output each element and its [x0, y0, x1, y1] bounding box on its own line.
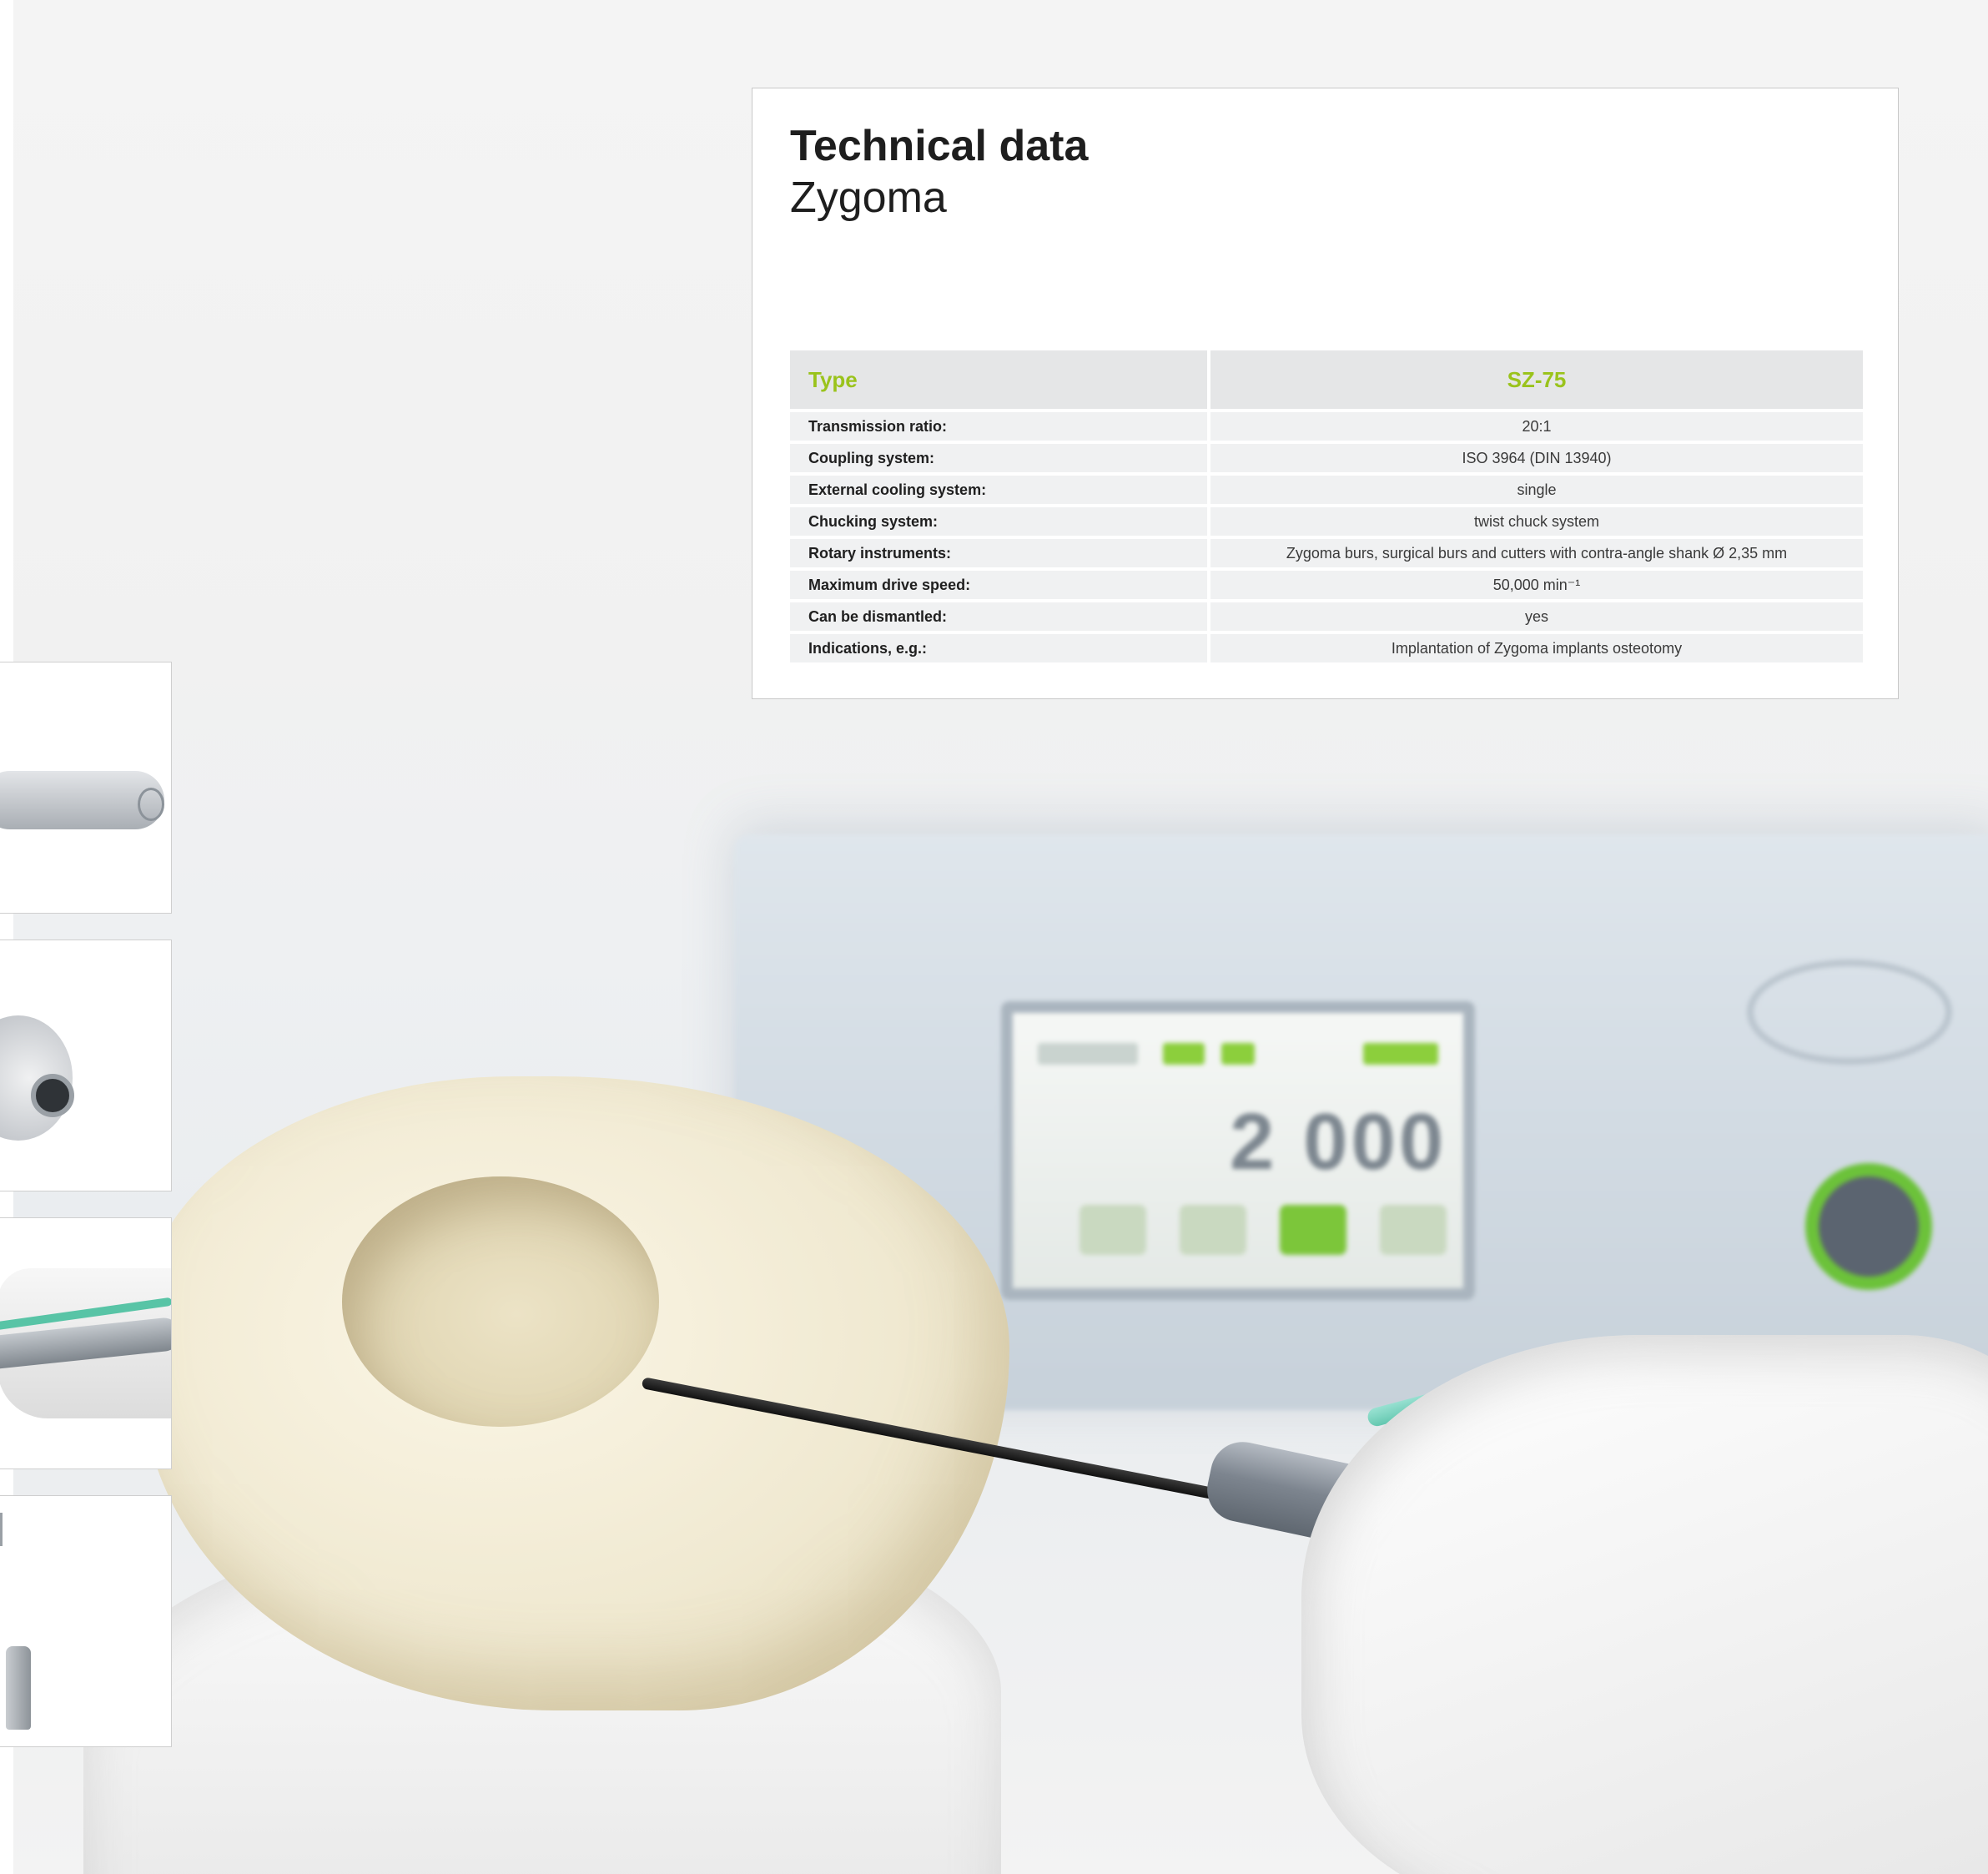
display-bar [1038, 1043, 1138, 1065]
product-thumbnail [0, 662, 172, 914]
spec-label: External cooling system: [790, 476, 1210, 504]
spec-value: 20:1 [1210, 412, 1863, 441]
table-row: Chucking system: twist chuck system [790, 507, 1863, 536]
product-thumbnail [0, 940, 172, 1191]
spec-value: 50,000 min⁻¹ [1210, 571, 1863, 599]
table-row: Indications, e.g.: Implantation of Zygom… [790, 634, 1863, 662]
table-row: Maximum drive speed: 50,000 min⁻¹ [790, 571, 1863, 599]
spec-label: Transmission ratio: [790, 412, 1210, 441]
spec-value: Implantation of Zygoma implants osteotom… [1210, 634, 1863, 662]
display-button [1280, 1205, 1346, 1255]
spec-table-header-row: Type SZ-75 [790, 350, 1863, 409]
product-thumbnail [0, 1217, 172, 1469]
display-button [1380, 1205, 1447, 1255]
spec-label: Coupling system: [790, 444, 1210, 472]
spec-value: ISO 3964 (DIN 13940) [1210, 444, 1863, 472]
brand-logo-icon [1747, 960, 1952, 1065]
skull-orbit [342, 1176, 659, 1427]
zygoma-skull-model [142, 1076, 1009, 1710]
spec-value: yes [1210, 602, 1863, 631]
table-row: Can be dismantled: yes [790, 602, 1863, 631]
card-subtitle: Zygoma [790, 174, 947, 222]
spec-label: Rotary instruments: [790, 539, 1210, 567]
connector-port-icon [1819, 1176, 1919, 1277]
display-bar [1163, 1043, 1205, 1065]
technical-data-card: Technical data Zygoma Type SZ-75 Transmi… [752, 88, 1899, 699]
table-row: Rotary instruments: Zygoma burs, surgica… [790, 539, 1863, 567]
spec-label: Can be dismantled: [790, 602, 1210, 631]
spec-label: Chucking system: [790, 507, 1210, 536]
table-row: Transmission ratio: 20:1 [790, 412, 1863, 441]
display-button [1080, 1205, 1146, 1255]
header-model-label: SZ-75 [1210, 350, 1863, 409]
speed-readout: 2 000 [1230, 1097, 1447, 1186]
product-thumbnail [0, 1495, 172, 1747]
gloved-hand-right [1301, 1335, 1988, 1874]
display-bar [1221, 1043, 1255, 1065]
spec-table: Type SZ-75 Transmission ratio: 20:1 Coup… [790, 347, 1863, 666]
table-row: Coupling system: ISO 3964 (DIN 13940) [790, 444, 1863, 472]
device-display: 2 000 [1001, 1001, 1475, 1300]
table-row: External cooling system: single [790, 476, 1863, 504]
spec-value: twist chuck system [1210, 507, 1863, 536]
display-button [1180, 1205, 1246, 1255]
spec-value: single [1210, 476, 1863, 504]
spec-label: Maximum drive speed: [790, 571, 1210, 599]
display-bar [1363, 1043, 1438, 1065]
card-title: Technical data [790, 122, 1089, 170]
spec-value: Zygoma burs, surgical burs and cutters w… [1210, 539, 1863, 567]
header-type-label: Type [790, 350, 1210, 409]
spec-label: Indications, e.g.: [790, 634, 1210, 662]
